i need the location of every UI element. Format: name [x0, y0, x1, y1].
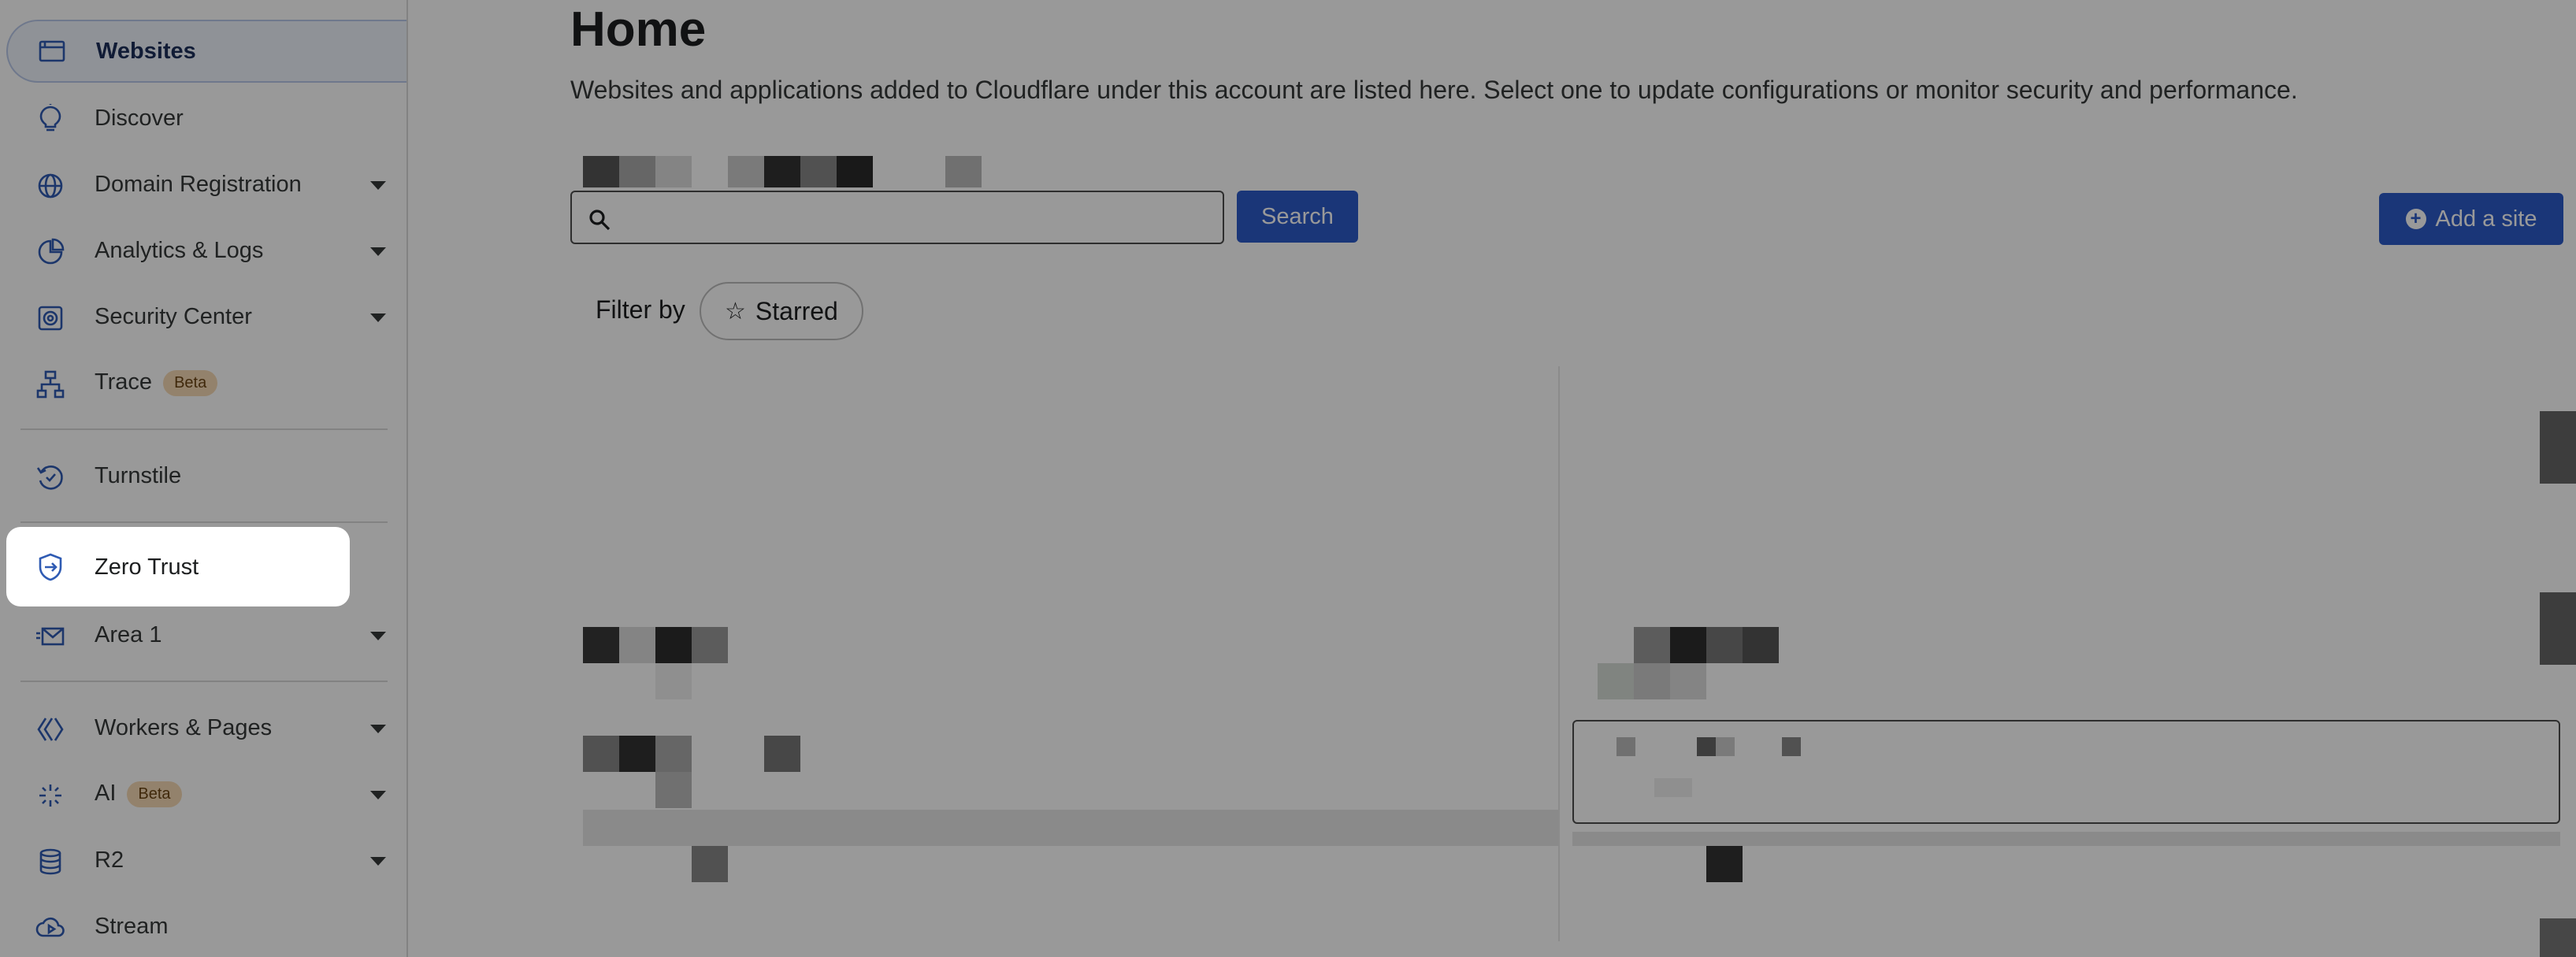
sidebar-item-label: Zero Trust — [95, 555, 199, 580]
page: Websites Discover Domain Registration An… — [0, 0, 2576, 957]
modal-overlay[interactable] — [0, 0, 2576, 957]
shield-arrow-icon — [35, 551, 66, 583]
sidebar-item-zero-trust[interactable]: Zero Trust — [6, 527, 350, 606]
